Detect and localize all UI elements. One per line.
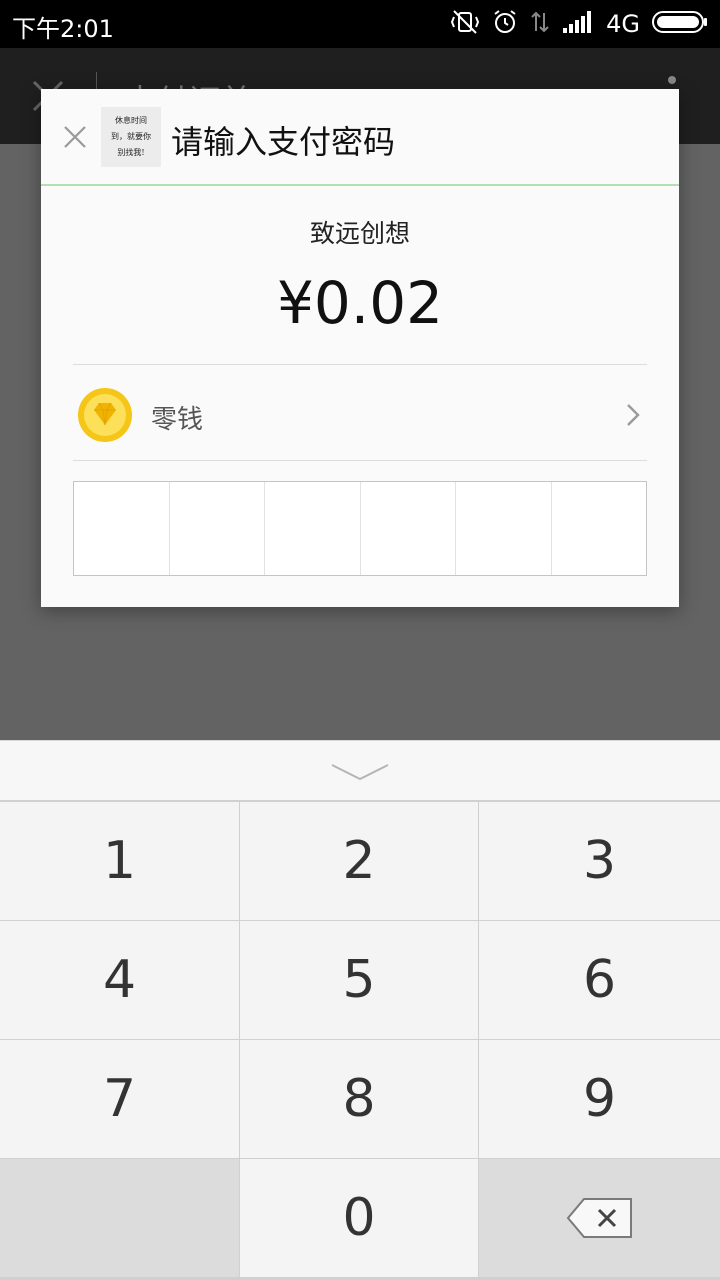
- payment-amount: ¥0.02: [276, 269, 444, 337]
- pin-digit-cell: [552, 482, 647, 575]
- divider: [73, 460, 647, 461]
- payment-dialog: 休息时间 到，就要你 别找我! 请输入支付密码 致远创想 ¥0.02 零钱: [41, 89, 679, 607]
- status-icons: 4G: [450, 8, 708, 40]
- chevron-down-icon: [331, 764, 389, 781]
- data-transfer-icon: [530, 9, 550, 39]
- dialog-title: 请输入支付密码: [171, 123, 396, 161]
- key-empty: [0, 1159, 239, 1277]
- pin-digit-cell: [361, 482, 456, 575]
- vibrate-off-icon: [450, 9, 480, 39]
- key-5[interactable]: 5: [240, 921, 478, 1039]
- pin-digit-cell: [170, 482, 265, 575]
- collapse-keyboard-button[interactable]: [330, 761, 390, 785]
- close-button[interactable]: [55, 117, 95, 157]
- pin-digit-cell: [265, 482, 361, 575]
- merchant-avatar-line: 别找我!: [117, 148, 145, 157]
- key-6[interactable]: 6: [479, 921, 720, 1039]
- status-time: 下午2:01: [12, 15, 114, 43]
- diamond-coin-icon: [77, 387, 133, 443]
- payment-method-label: 零钱: [151, 405, 204, 435]
- merchant-name: 致远创想: [309, 219, 410, 248]
- battery-icon: [652, 10, 708, 38]
- key-4[interactable]: 4: [0, 921, 239, 1039]
- password-input[interactable]: [73, 481, 647, 576]
- alarm-icon: [492, 9, 518, 39]
- network-type: 4G: [606, 10, 640, 38]
- merchant-avatar-line: 休息时间: [115, 116, 147, 125]
- backspace-icon: [566, 1198, 632, 1238]
- key-1[interactable]: 1: [0, 802, 239, 920]
- pin-digit-cell: [456, 482, 552, 575]
- more-icon[interactable]: [668, 76, 676, 84]
- dialog-header: 休息时间 到，就要你 别找我! 请输入支付密码: [41, 89, 679, 186]
- merchant-avatar: 休息时间 到，就要你 别找我!: [101, 107, 161, 167]
- key-8[interactable]: 8: [240, 1040, 478, 1158]
- merchant-avatar-line: 到，就要你: [111, 132, 151, 141]
- key-0[interactable]: 0: [240, 1159, 478, 1277]
- key-2[interactable]: 2: [240, 802, 478, 920]
- status-bar: 下午2:01 4G: [0, 0, 720, 48]
- key-3[interactable]: 3: [479, 802, 720, 920]
- key-9[interactable]: 9: [479, 1040, 720, 1158]
- signal-icon: [562, 10, 594, 38]
- payment-method-selector[interactable]: 零钱: [73, 365, 647, 461]
- key-7[interactable]: 7: [0, 1040, 239, 1158]
- numeric-keypad: 1 2 3 4 5 6 7 8 9 0: [0, 801, 720, 1280]
- backspace-key[interactable]: [479, 1159, 720, 1277]
- pin-digit-cell: [74, 482, 170, 575]
- keypad-toolbar: [0, 740, 720, 801]
- close-icon: [64, 126, 86, 148]
- chevron-right-icon: [625, 403, 641, 431]
